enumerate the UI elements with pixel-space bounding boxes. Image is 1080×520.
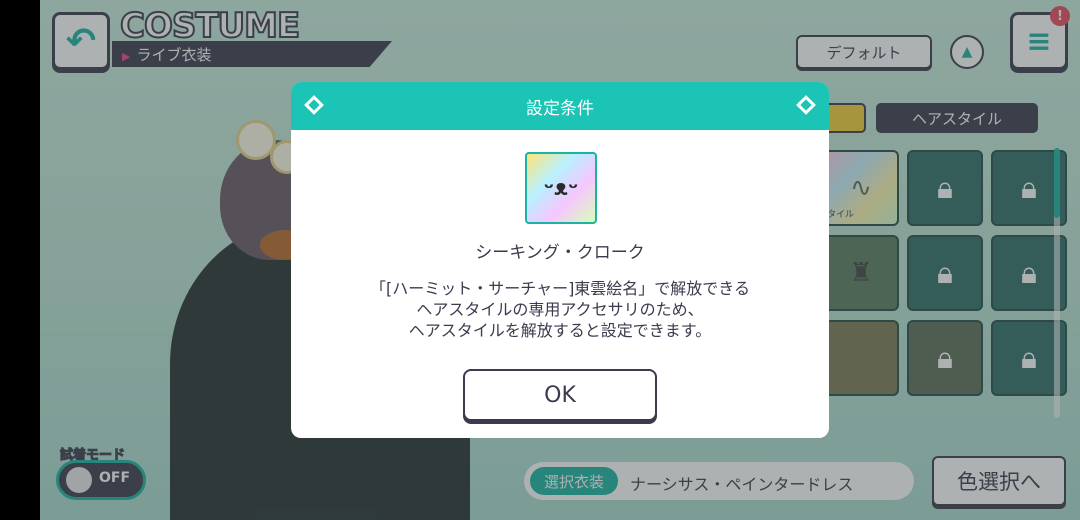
unlock-condition-dialog: 設定条件 ᵕᴥᵕ シーキング・クローク 「[ハーミット・サーチャー]東雲絵名」で… xyxy=(291,82,829,438)
condition-description: 「[ハーミット・サーチャー]東雲絵名」で解放できる ヘアスタイルの専用アクセサリ… xyxy=(291,278,829,341)
dialog-header: 設定条件 xyxy=(291,82,829,130)
item-name: シーキング・クローク xyxy=(475,243,645,263)
cloak-accessory-icon: ᵕᴥᵕ xyxy=(543,176,579,201)
ok-button[interactable]: OK xyxy=(463,369,657,421)
item-thumbnail: ᵕᴥᵕ xyxy=(525,152,597,224)
costume-screen: ↶ COSTUME ▶ ライブ衣装 デフォルト ▲ ≡ ! ヘアスタイル ∿ タイ… xyxy=(40,0,1080,520)
diamond-icon xyxy=(796,95,816,115)
description-line: ヘアスタイルの専用アクセサリのため、 xyxy=(416,300,704,319)
description-line: 「[ハーミット・サーチャー]東雲絵名」で解放できる xyxy=(369,279,750,298)
dialog-title: 設定条件 xyxy=(526,98,594,119)
diamond-icon xyxy=(304,95,324,115)
description-line: ヘアスタイルを解放すると設定できます。 xyxy=(408,321,712,340)
